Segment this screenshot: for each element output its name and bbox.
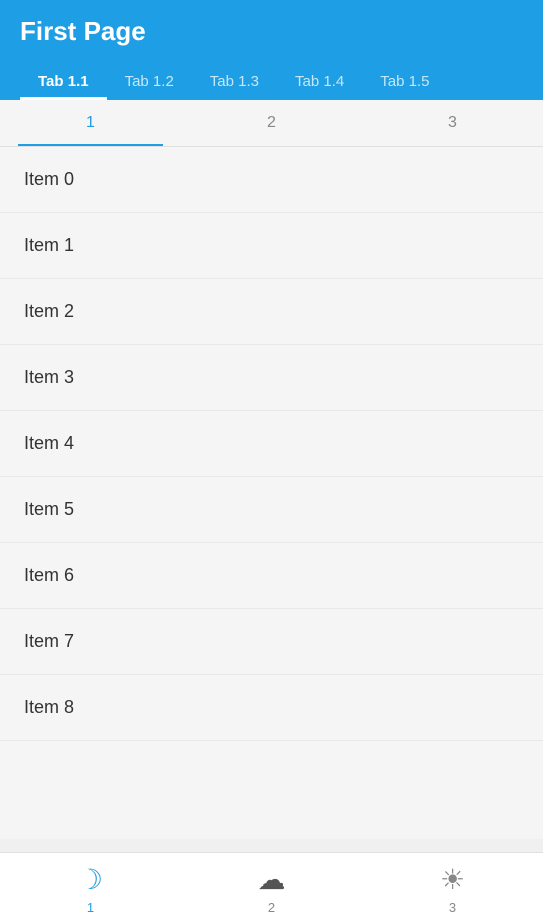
tab-bar: Tab 1.1 Tab 1.2 Tab 1.3 Tab 1.4 Tab 1.5 — [20, 63, 523, 100]
list-item[interactable]: Item 1 — [0, 213, 543, 279]
bottom-nav-item-3[interactable]: ☀ 3 — [362, 863, 543, 915]
sun-icon: ☀ — [440, 863, 465, 896]
list-item[interactable]: Item 2 — [0, 279, 543, 345]
subtab-2[interactable]: 2 — [181, 100, 362, 146]
list-item[interactable]: Item 0 — [0, 147, 543, 213]
bottom-nav-item-2[interactable]: ☁ 2 — [181, 863, 362, 915]
tab-1-5[interactable]: Tab 1.5 — [362, 63, 447, 100]
list-item[interactable]: Item 3 — [0, 345, 543, 411]
bottom-nav-label-1: 1 — [87, 900, 94, 915]
tab-1-3[interactable]: Tab 1.3 — [192, 63, 277, 100]
list-item[interactable]: Item 7 — [0, 609, 543, 675]
list-item[interactable]: Item 6 — [0, 543, 543, 609]
moon-icon: ☽ — [78, 863, 103, 896]
tab-1-4[interactable]: Tab 1.4 — [277, 63, 362, 100]
list-content: Item 0 Item 1 Item 2 Item 3 Item 4 Item … — [0, 147, 543, 839]
page-title: First Page — [20, 16, 523, 63]
subtab-3[interactable]: 3 — [362, 100, 543, 146]
sub-tab-bar: 1 2 3 — [0, 100, 543, 147]
list-item[interactable]: Item 5 — [0, 477, 543, 543]
list-item[interactable]: Item 8 — [0, 675, 543, 741]
header: First Page Tab 1.1 Tab 1.2 Tab 1.3 Tab 1… — [0, 0, 543, 100]
tab-1-1[interactable]: Tab 1.1 — [20, 63, 107, 100]
tab-1-2[interactable]: Tab 1.2 — [107, 63, 192, 100]
cloud-icon: ☁ — [258, 863, 286, 896]
list-item[interactable]: Item 4 — [0, 411, 543, 477]
bottom-nav: ☽ 1 ☁ 2 ☀ 3 — [0, 852, 543, 924]
subtab-1[interactable]: 1 — [0, 100, 181, 146]
bottom-nav-item-1[interactable]: ☽ 1 — [0, 863, 181, 915]
bottom-nav-label-3: 3 — [449, 900, 456, 915]
bottom-nav-label-2: 2 — [268, 900, 275, 915]
